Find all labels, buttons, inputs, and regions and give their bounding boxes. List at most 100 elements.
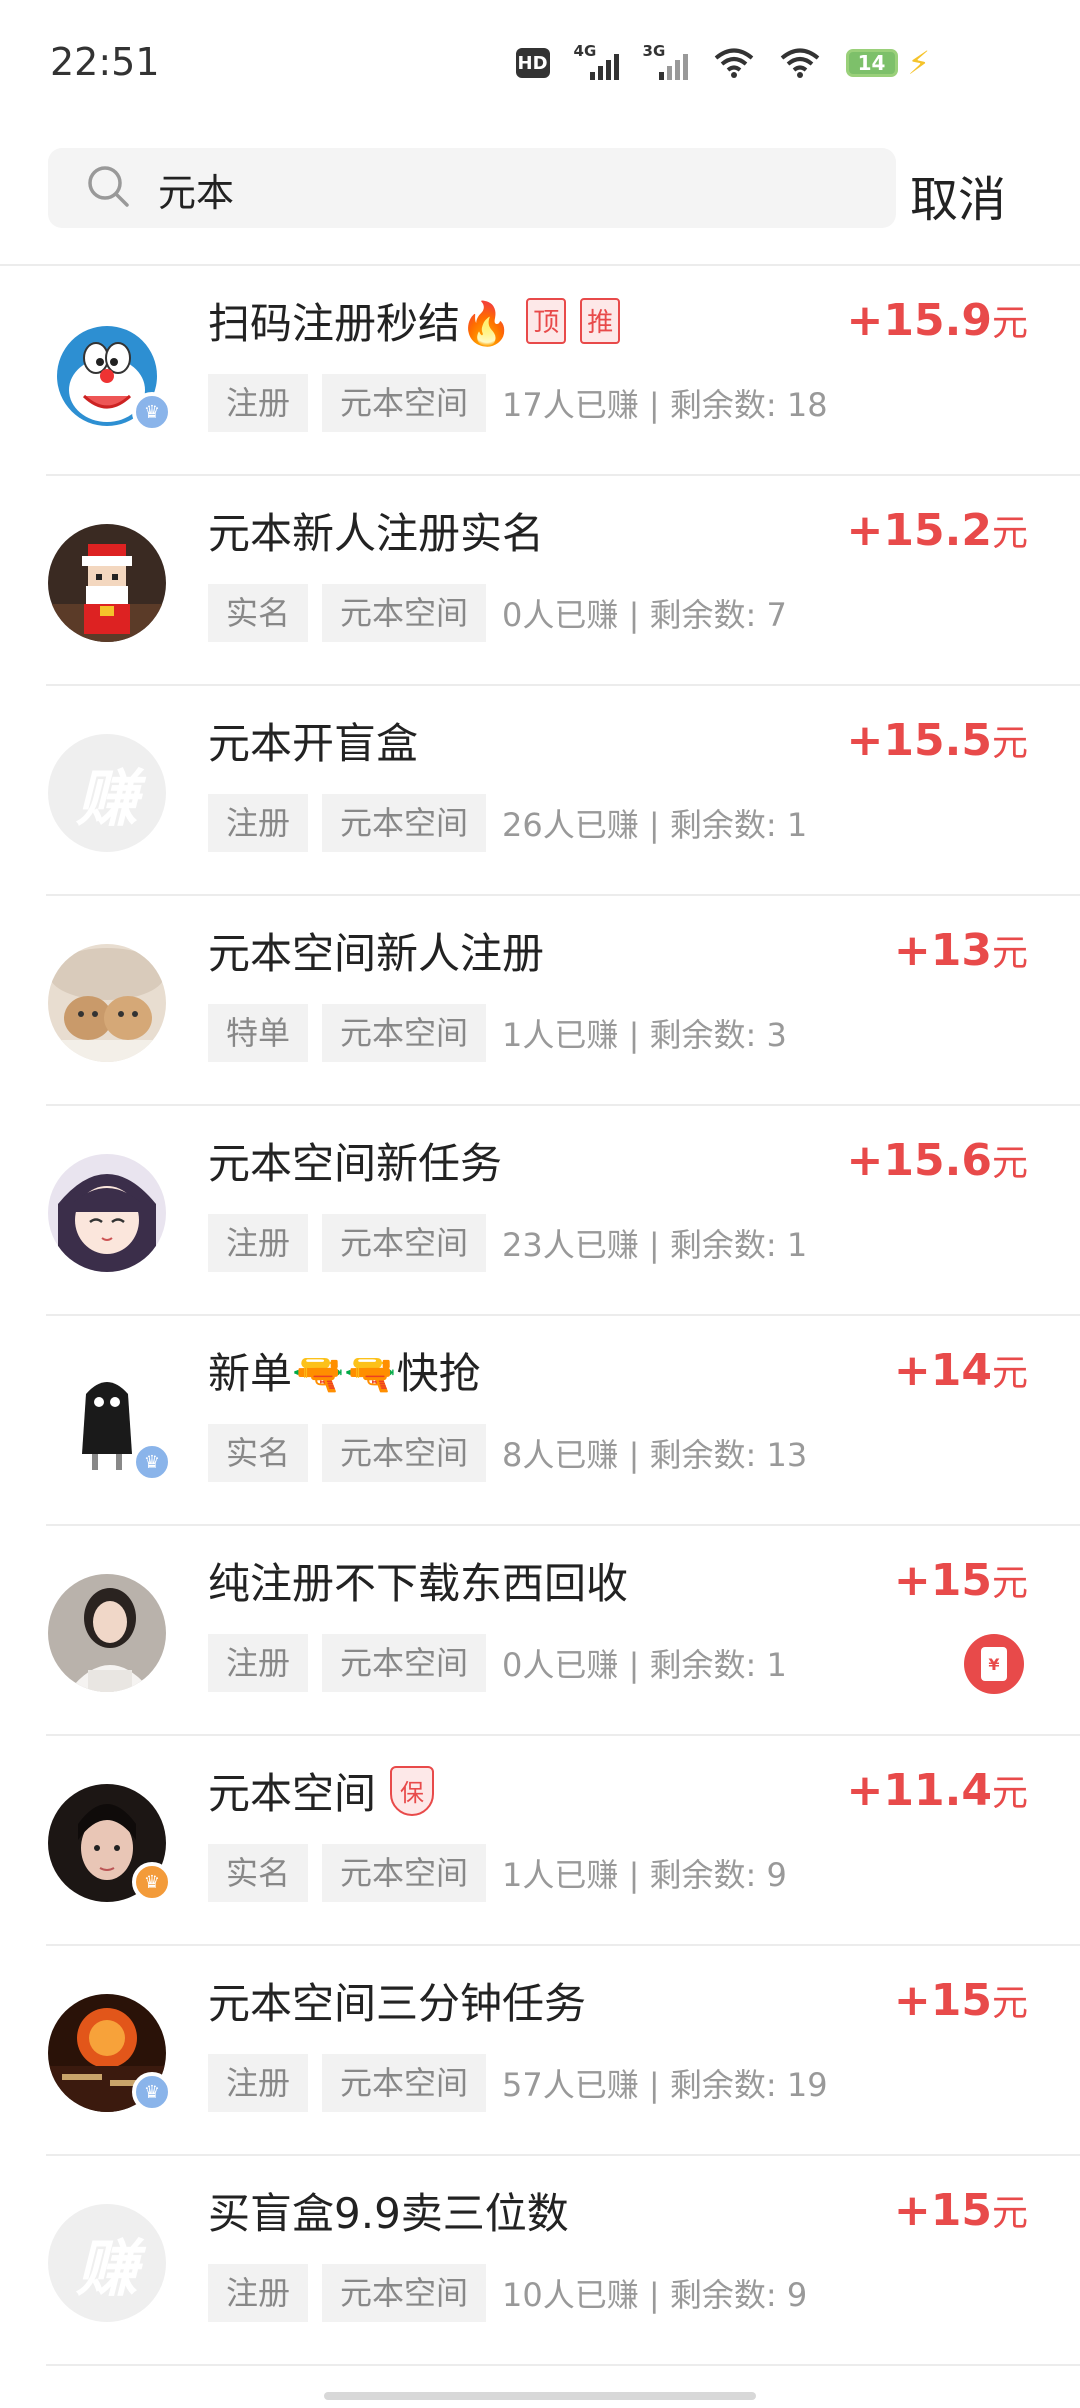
wifi-icon-2 — [780, 48, 819, 78]
task-type-tag: 注册 — [208, 2264, 309, 2322]
task-item[interactable]: ♛ 扫码注册秒结🔥 顶 推 注册 元本空间 17人已赚 | 剩余数: 18 +1… — [0, 266, 1080, 476]
task-title: 元本空间 保 — [208, 1760, 435, 1821]
home-indicator[interactable] — [324, 2392, 756, 2400]
signal-3g-icon: 3G — [643, 42, 688, 80]
task-item[interactable]: ♛ 元本空间三分钟任务 注册 元本空间 57人已赚 | 剩余数: 19 +15元 — [0, 1946, 1080, 2156]
task-stats: 0人已赚 | 剩余数: 7 — [502, 596, 787, 634]
task-title: 新单🔫🔫快抢 — [208, 1340, 481, 1401]
task-type-tag: 实名 — [208, 584, 309, 642]
divider — [46, 2364, 1080, 2366]
search-input[interactable] — [156, 160, 860, 218]
reward-unit: 元 — [991, 1983, 1028, 2024]
task-stats: 17人已赚 | 剩余数: 18 — [502, 386, 828, 424]
task-tags: 注册 元本空间 17人已赚 | 剩余数: 18 — [208, 374, 828, 432]
avatar: 赚 — [48, 734, 166, 852]
task-tags: 注册 元本空间 57人已赚 | 剩余数: 19 — [208, 2054, 828, 2112]
avatar: ♛ — [48, 1784, 172, 1902]
task-reward: +15元 — [894, 1554, 1028, 1606]
task-title-text: 元本空间 — [208, 1769, 377, 1818]
task-stats: 1人已赚 | 剩余数: 9 — [502, 1856, 787, 1894]
task-type-tag: 特单 — [208, 1004, 309, 1062]
battery-icon: 14 — [845, 49, 898, 77]
task-reward: +15元 — [894, 2184, 1028, 2236]
search-icon — [88, 166, 129, 207]
signal-4g-icon: 4G — [574, 42, 619, 80]
reward-amount: +15 — [893, 1555, 992, 1606]
task-type-tag: 注册 — [208, 374, 309, 432]
avatar: 赚 — [48, 2204, 166, 2322]
task-tags: 注册 元本空间 23人已赚 | 剩余数: 1 — [208, 1214, 807, 1272]
recommend-badge: 推 — [580, 297, 621, 344]
status-bar: 22:51 HD 4G 3G 14 ⚡ — [0, 0, 1080, 130]
task-reward: +11.4元 — [847, 1764, 1028, 1816]
task-title: 纯注册不下载东西回收 — [208, 1550, 628, 1611]
task-type-tag: 注册 — [208, 2054, 309, 2112]
task-tags: 注册 元本空间 26人已赚 | 剩余数: 1 — [208, 794, 807, 852]
guarantee-shield-badge: 保 — [390, 1765, 435, 1816]
task-stats: 1人已赚 | 剩余数: 3 — [502, 1016, 787, 1054]
task-item[interactable]: 元本空间新任务 注册 元本空间 23人已赚 | 剩余数: 1 +15.6元 — [0, 1106, 1080, 1316]
task-reward: +14元 — [894, 1344, 1028, 1396]
signal-3g-label: 3G — [642, 42, 666, 60]
charging-icon: ⚡ — [907, 44, 930, 82]
reward-amount: +14 — [893, 1345, 992, 1396]
reward-unit: 元 — [991, 723, 1028, 764]
avatar — [48, 1574, 166, 1692]
task-list: ♛ 扫码注册秒结🔥 顶 推 注册 元本空间 17人已赚 | 剩余数: 18 +1… — [0, 266, 1080, 2366]
reward-amount: +13 — [893, 925, 992, 976]
task-tags: 注册 元本空间 0人已赚 | 剩余数: 1 — [208, 1634, 787, 1692]
task-item[interactable]: ♛ 新单🔫🔫快抢 实名 元本空间 8人已赚 | 剩余数: 13 +14元 — [0, 1316, 1080, 1526]
reward-unit: 元 — [991, 303, 1028, 344]
cancel-button[interactable]: 取消 — [910, 160, 1006, 230]
task-item[interactable]: 元本空间新人注册 特单 元本空间 1人已赚 | 剩余数: 3 +13元 — [0, 896, 1080, 1106]
task-type-tag: 注册 — [208, 794, 309, 852]
girl-photo-avatar-image — [48, 1574, 166, 1692]
task-type-tag: 注册 — [208, 1634, 309, 1692]
task-stats: 26人已赚 | 剩余数: 1 — [502, 806, 808, 844]
task-title-text: 买盲盒9.9卖三位数 — [208, 2189, 569, 2238]
avatar: ♛ — [48, 1994, 172, 2112]
cats-avatar-image — [48, 944, 166, 1062]
task-reward: +13元 — [894, 924, 1028, 976]
task-platform-tag: 元本空间 — [322, 1424, 487, 1482]
task-item[interactable]: 元本新人注册实名 实名 元本空间 0人已赚 | 剩余数: 7 +15.2元 — [0, 476, 1080, 686]
task-platform-tag: 元本空间 — [322, 794, 487, 852]
avatar — [48, 944, 166, 1062]
task-reward: +15.5元 — [847, 714, 1028, 766]
red-packet-icon[interactable]: ¥ — [964, 1634, 1024, 1694]
task-tags: 特单 元本空间 1人已赚 | 剩余数: 3 — [208, 1004, 787, 1062]
task-item[interactable]: 赚 元本开盲盒 注册 元本空间 26人已赚 | 剩余数: 1 +15.5元 — [0, 686, 1080, 896]
task-platform-tag: 元本空间 — [322, 584, 487, 642]
reward-unit: 元 — [991, 513, 1028, 554]
task-tags: 实名 元本空间 0人已赚 | 剩余数: 7 — [208, 584, 787, 642]
task-tags: 实名 元本空间 1人已赚 | 剩余数: 9 — [208, 1844, 787, 1902]
task-item[interactable]: 纯注册不下载东西回收 注册 元本空间 0人已赚 | 剩余数: 1 +15元 ¥ — [0, 1526, 1080, 1736]
hd-icon: HD — [515, 48, 550, 78]
task-title-text: 元本空间新任务 — [208, 1139, 503, 1188]
reward-unit: 元 — [991, 2193, 1028, 2234]
task-reward: +15.9元 — [847, 294, 1028, 346]
reward-unit: 元 — [991, 1353, 1028, 1394]
task-stats: 0人已赚 | 剩余数: 1 — [502, 1646, 787, 1684]
status-time: 22:51 — [50, 40, 160, 84]
task-type-tag: 注册 — [208, 1214, 309, 1272]
vip-badge-icon: ♛ — [132, 1862, 172, 1902]
search-bar[interactable] — [48, 148, 896, 228]
task-platform-tag: 元本空间 — [322, 2054, 487, 2112]
task-item[interactable]: ♛ 元本空间 保 实名 元本空间 1人已赚 | 剩余数: 9 +11.4元 — [0, 1736, 1080, 1946]
task-item[interactable]: 赚 买盲盒9.9卖三位数 注册 元本空间 10人已赚 | 剩余数: 9 +15元 — [0, 2156, 1080, 2366]
task-stats: 8人已赚 | 剩余数: 13 — [502, 1436, 808, 1474]
task-platform-tag: 元本空间 — [322, 1634, 487, 1692]
pixel-santa-avatar-image — [48, 524, 166, 642]
default-avatar: 赚 — [48, 2204, 166, 2322]
yuan-symbol: ¥ — [981, 1647, 1007, 1681]
task-tags: 实名 元本空间 8人已赚 | 剩余数: 13 — [208, 1424, 807, 1482]
task-title: 元本空间新任务 — [208, 1130, 502, 1191]
reward-amount: +11.4 — [846, 1765, 992, 1816]
signal-4g-label: 4G — [573, 42, 597, 60]
reward-amount: +15.6 — [846, 1135, 992, 1186]
task-type-tag: 实名 — [208, 1424, 309, 1482]
task-type-tag: 实名 — [208, 1844, 309, 1902]
avatar: ♛ — [48, 1364, 172, 1482]
task-platform-tag: 元本空间 — [322, 1844, 487, 1902]
